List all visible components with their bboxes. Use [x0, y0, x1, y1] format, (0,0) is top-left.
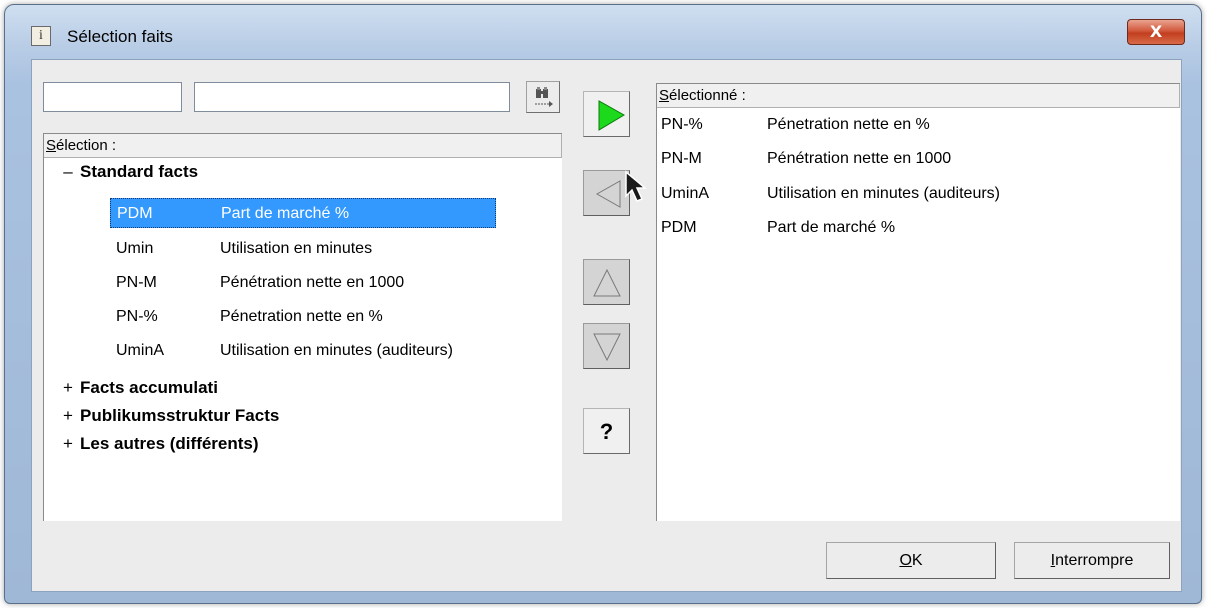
dialog-client-area: Sélection : – Standard facts PDM Part de …	[31, 59, 1182, 592]
selected-item[interactable]: PN-% Pénetration nette en %	[661, 110, 1161, 140]
list-item[interactable]: Umin Utilisation en minutes	[110, 234, 496, 264]
code-search-input[interactable]	[43, 82, 182, 112]
selected-item[interactable]: UminA Utilisation en minutes (auditeurs)	[661, 179, 1161, 209]
play-arrow-icon	[598, 100, 625, 131]
dialog-window: i Sélection faits X Sélection : – Standar…	[4, 4, 1202, 604]
title-bar[interactable]: i Sélection faits X	[5, 5, 1201, 55]
move-up-button[interactable]	[583, 259, 630, 305]
list-item[interactable]: UminA Utilisation en minutes (auditeurs)	[110, 336, 496, 366]
window-title: Sélection faits	[67, 27, 173, 46]
group-publikumsstruktur[interactable]: + Publikumsstruktur Facts	[56, 406, 279, 426]
selection-panel: Sélection : – Standard facts PDM Part de …	[43, 133, 562, 521]
mouse-cursor-icon	[625, 170, 648, 202]
selected-item[interactable]: PDM Part de marché %	[661, 213, 1161, 243]
expand-toggle[interactable]: +	[56, 434, 80, 454]
close-button[interactable]: X	[1127, 19, 1185, 45]
group-standard-facts[interactable]: – Standard facts	[56, 162, 198, 182]
binoculars-icon	[535, 87, 553, 107]
move-down-button[interactable]	[583, 323, 630, 369]
up-arrow-icon	[593, 268, 621, 297]
find-button[interactable]	[526, 81, 560, 113]
list-item[interactable]: PN-M Pénétration nette en 1000	[110, 268, 496, 298]
selected-panel: Sélectionné : PN-% Pénetration nette en …	[656, 83, 1180, 521]
collapse-toggle[interactable]: –	[56, 162, 80, 182]
expand-toggle[interactable]: +	[56, 378, 80, 398]
expand-toggle[interactable]: +	[56, 406, 80, 426]
text-search-input[interactable]	[194, 82, 510, 112]
list-item[interactable]: PN-% Pénetration nette en %	[110, 302, 496, 332]
down-arrow-icon	[593, 333, 621, 362]
ok-button[interactable]: OK	[826, 542, 996, 579]
group-les-autres[interactable]: + Les autres (différents)	[56, 434, 259, 454]
cancel-button[interactable]: Interrompre	[1014, 542, 1170, 579]
selection-header: Sélection :	[44, 134, 562, 158]
help-label: ?	[599, 419, 614, 444]
list-item[interactable]: PDM Part de marché %	[110, 198, 496, 228]
selected-header: Sélectionné :	[657, 84, 1180, 108]
selected-item[interactable]: PN-M Pénétration nette en 1000	[661, 144, 1161, 174]
help-button[interactable]: ?	[583, 408, 630, 454]
remove-button[interactable]	[583, 170, 630, 216]
add-button[interactable]	[583, 91, 630, 137]
info-icon: i	[31, 26, 51, 46]
group-facts-accumulati[interactable]: + Facts accumulati	[56, 378, 218, 398]
